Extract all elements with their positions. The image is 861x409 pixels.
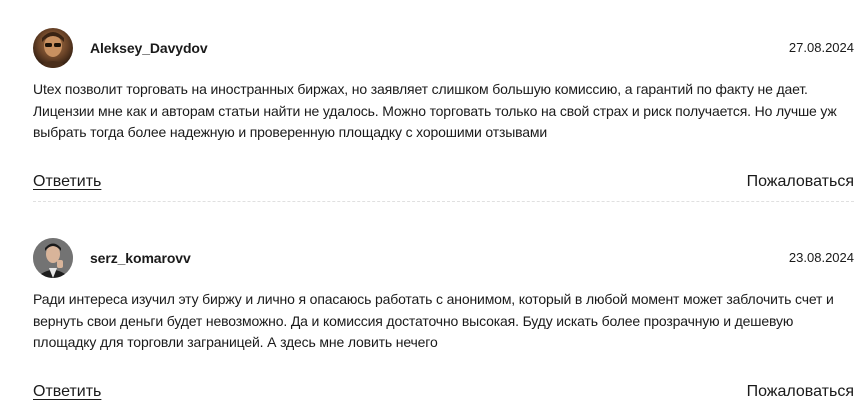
report-button[interactable]: Пожаловаться bbox=[747, 383, 854, 401]
avatar bbox=[33, 28, 73, 68]
comment: serz_komarovv 23.08.2024 Ради интереса и… bbox=[33, 238, 854, 405]
reply-link[interactable]: Ответить bbox=[33, 383, 101, 401]
comment-actions: Ответить Пожаловаться bbox=[33, 383, 854, 405]
comment-date: 23.08.2024 bbox=[788, 250, 854, 265]
username: serz_komarovv bbox=[90, 250, 191, 266]
report-button[interactable]: Пожаловаться bbox=[747, 173, 854, 191]
comment-actions: Ответить Пожаловаться bbox=[33, 173, 854, 195]
avatar bbox=[33, 238, 73, 278]
comment-date: 27.08.2024 bbox=[788, 40, 854, 55]
username: Aleksey_Davydov bbox=[90, 40, 208, 56]
comment-header: Aleksey_Davydov 27.08.2024 bbox=[33, 28, 854, 68]
comment: Aleksey_Davydov 27.08.2024 Utex позволит… bbox=[33, 28, 854, 195]
reply-link[interactable]: Ответить bbox=[33, 173, 101, 191]
comment-text: Ради интереса изучил эту биржу и лично я… bbox=[33, 291, 834, 350]
comment-text: Utex позволит торговать на иностранных б… bbox=[33, 81, 837, 140]
comment-header: serz_komarovv 23.08.2024 bbox=[33, 238, 854, 278]
divider bbox=[33, 201, 854, 202]
